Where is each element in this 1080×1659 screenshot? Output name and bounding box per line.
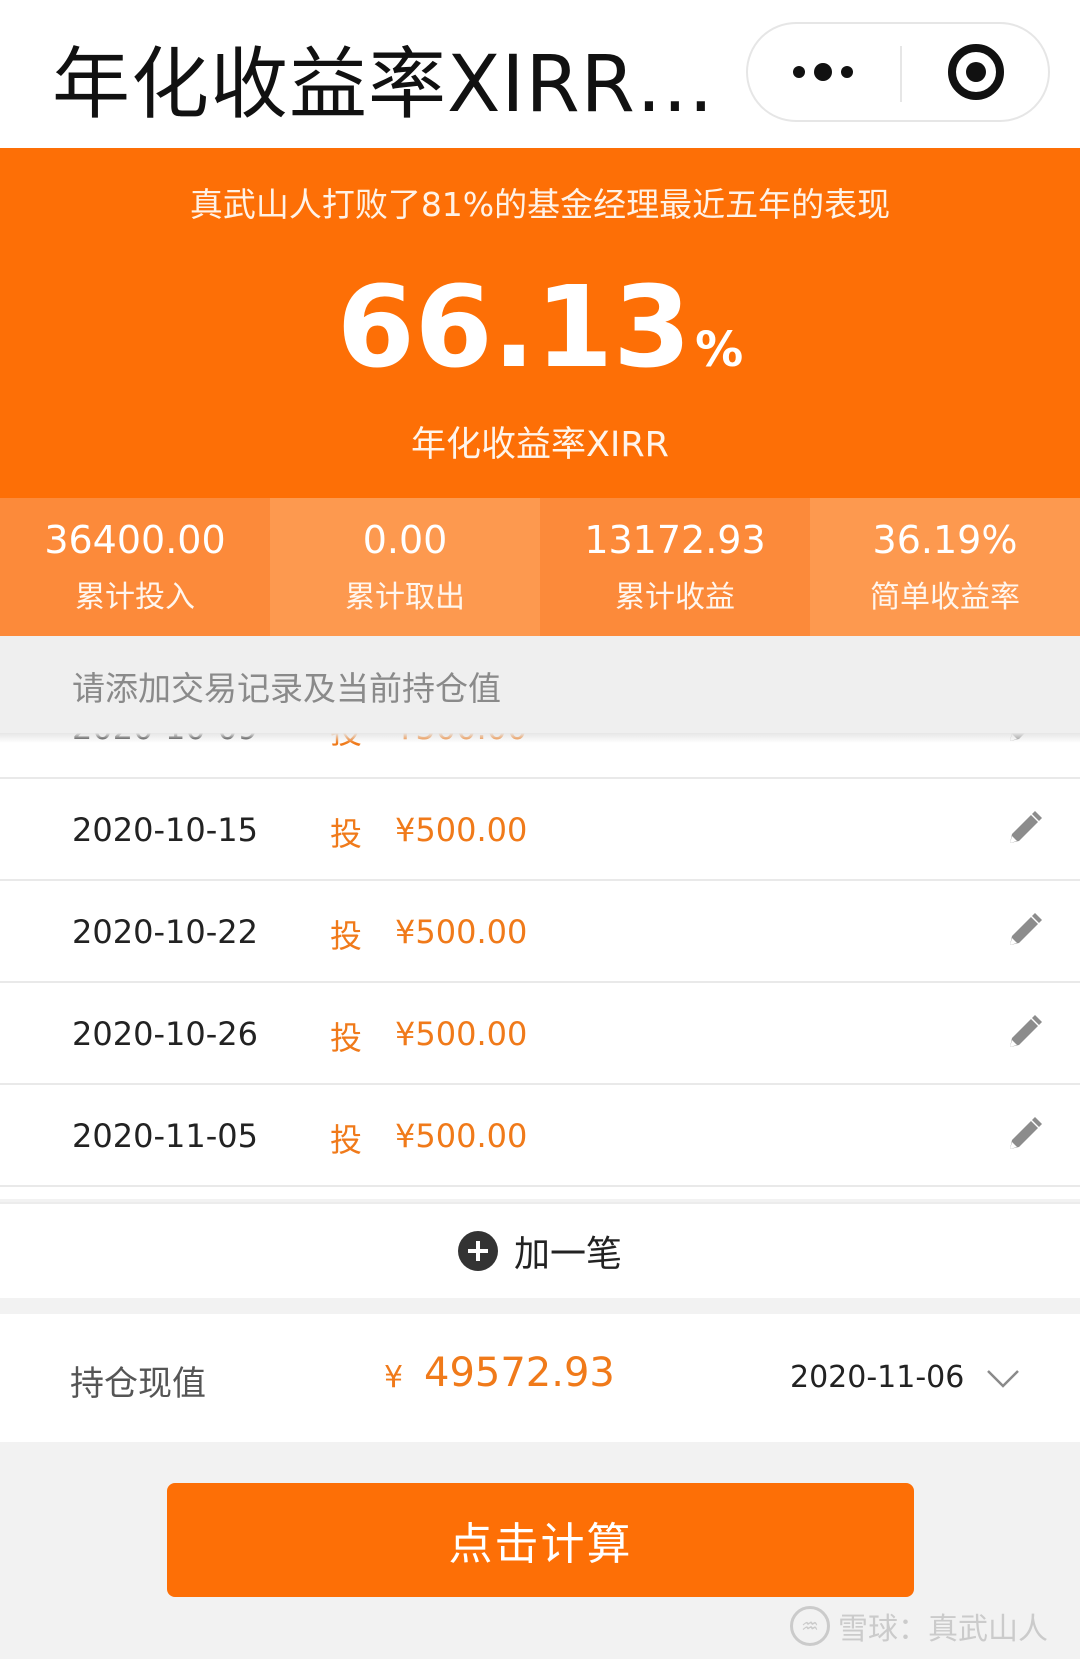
transaction-list[interactable]: 2020-10-09 投 ¥500.00 2020-10-15 投 ¥500.0… [0, 733, 1080, 1199]
rate-label: 年化收益率XIRR [411, 425, 669, 465]
transaction-amount: ¥500.00 [395, 1015, 528, 1053]
transaction-amount: ¥500.00 [395, 913, 528, 951]
stat-total-invested: 36400.00 累计投入 [0, 498, 270, 636]
mini-program-capsule [746, 22, 1050, 122]
stat-total-profit: 13172.93 累计收益 [540, 498, 810, 636]
transaction-amount: ¥500.00 [395, 1117, 528, 1155]
transaction-date: 2020-10-15 [72, 811, 258, 849]
annualized-rate: 66.13% [0, 263, 1080, 393]
stat-simple-return: 36.19% 简单收益率 [810, 498, 1080, 636]
nav-bar: 年化收益率XIRR… [0, 0, 1080, 148]
transaction-row[interactable]: 2020-10-15 投 ¥500.00 [0, 779, 1080, 881]
more-button[interactable] [748, 24, 898, 120]
stat-value: 0.00 [362, 518, 448, 562]
rate-value: 66.13 [336, 263, 692, 393]
ranking-text: 真武山人打败了81%的基金经理最近五年的表现 [189, 185, 891, 224]
transaction-row[interactable]: 2020-11-05 投 ¥500.00 [0, 1085, 1080, 1187]
transaction-type: 投 [330, 1121, 363, 1159]
hint-text: 请添加交易记录及当前持仓值 [72, 669, 501, 708]
chevron-down-icon[interactable] [986, 1368, 1020, 1390]
transaction-row[interactable]: 2020-10-26 投 ¥500.00 [0, 983, 1080, 1085]
holding-date-picker[interactable]: 2020-11-06 [790, 1360, 964, 1395]
list-top-shadow [0, 733, 1080, 743]
stat-label: 累计投入 [75, 580, 195, 615]
transaction-date: 2020-11-05 [72, 1117, 258, 1155]
stat-label: 简单收益率 [870, 580, 1020, 615]
edit-pencil-icon[interactable] [1002, 1113, 1046, 1157]
rate-unit: % [695, 322, 744, 378]
transaction-amount: ¥500.00 [395, 811, 528, 849]
stats-row: 36400.00 累计投入 0.00 累计取出 13172.93 累计收益 36… [0, 498, 1080, 636]
add-transaction-button[interactable]: 加一笔 [0, 1202, 1080, 1298]
stat-value: 13172.93 [584, 518, 766, 562]
transaction-row[interactable]: 2020-10-22 投 ¥500.00 [0, 881, 1080, 983]
add-transaction-label: 加一笔 [513, 1234, 622, 1275]
page-title: 年化收益率XIRR… [52, 40, 715, 130]
transaction-type: 投 [330, 815, 363, 853]
edit-pencil-icon[interactable] [1002, 807, 1046, 851]
transaction-type: 投 [330, 917, 363, 955]
holding-value-input[interactable]: 49572.93 [424, 1350, 615, 1396]
watermark: ♒ 雪球：真武山人 [790, 1604, 1048, 1648]
holding-label: 持仓现值 [70, 1364, 206, 1404]
more-icon [793, 63, 853, 81]
stat-value: 36400.00 [44, 518, 226, 562]
hint-bar: 请添加交易记录及当前持仓值 [0, 636, 1080, 733]
stat-label: 累计取出 [345, 580, 465, 615]
watermark-text: 雪球：真武山人 [838, 1612, 1048, 1647]
edit-pencil-icon[interactable] [1002, 1011, 1046, 1055]
result-hero: 真武山人打败了81%的基金经理最近五年的表现 66.13% 年化收益率XIRR [0, 148, 1080, 498]
xueqiu-logo-icon: ♒ [790, 1606, 830, 1646]
stat-label: 累计收益 [615, 580, 735, 615]
transaction-type: 投 [330, 1019, 363, 1057]
edit-pencil-icon[interactable] [1002, 909, 1046, 953]
close-target-icon [948, 44, 1004, 100]
transaction-date: 2020-10-26 [72, 1015, 258, 1053]
currency-symbol: ¥ [384, 1360, 404, 1395]
calculate-button[interactable]: 点击计算 [167, 1483, 914, 1597]
transaction-date: 2020-10-22 [72, 913, 258, 951]
holding-value-row: 持仓现值 ¥ 49572.93 2020-11-06 [0, 1314, 1080, 1442]
stat-value: 36.19% [872, 518, 1018, 562]
plus-circle-icon [457, 1231, 498, 1271]
stat-total-withdrawn: 0.00 累计取出 [270, 498, 540, 636]
close-button[interactable] [902, 24, 1050, 120]
